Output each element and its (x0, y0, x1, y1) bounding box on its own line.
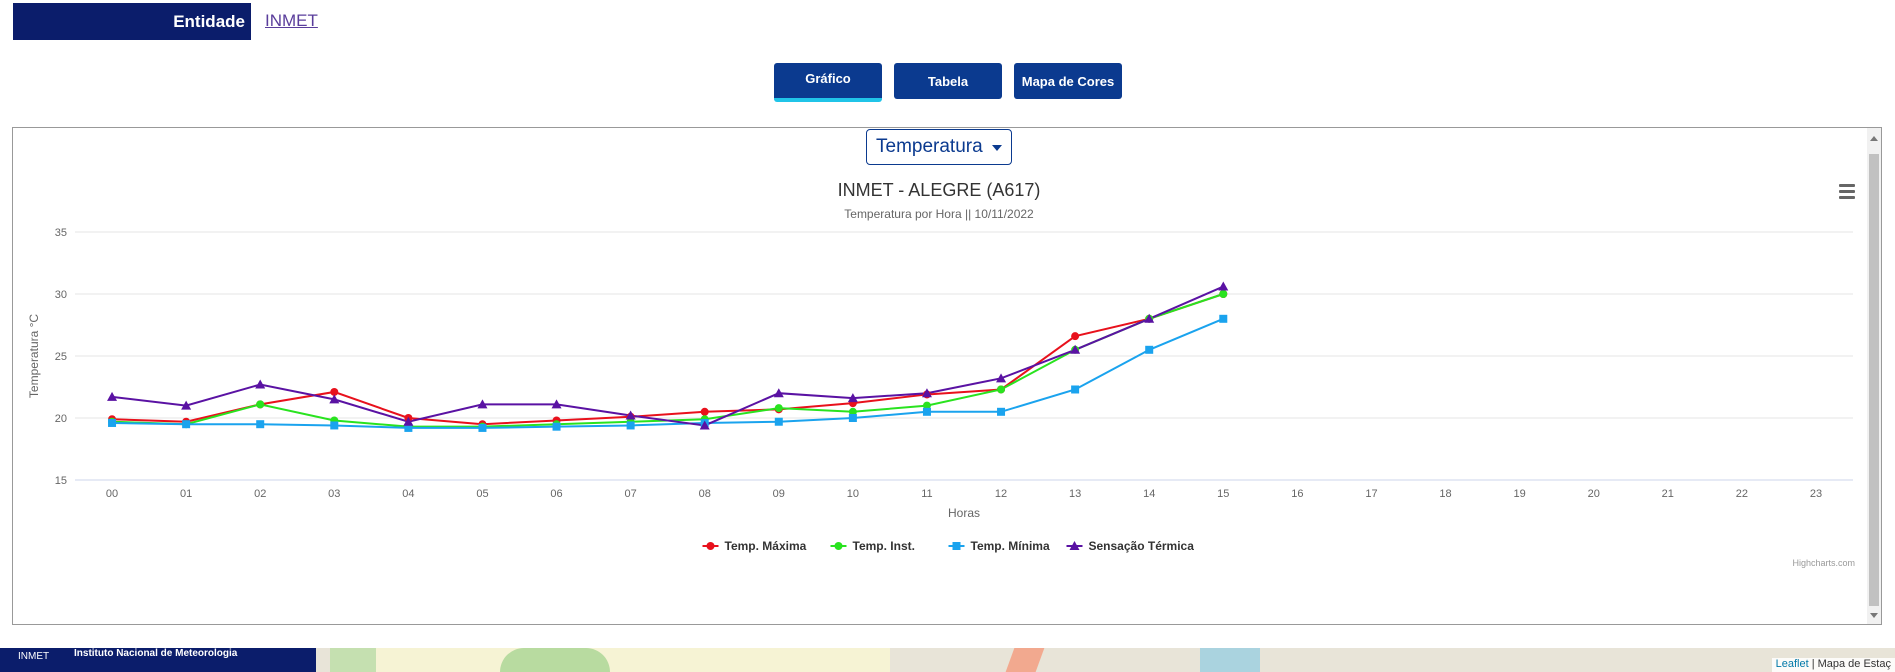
x-tick-label: 10 (847, 488, 859, 500)
data-point (626, 421, 635, 430)
map-attribution: Leaflet | Mapa de Estaç (1771, 658, 1895, 672)
y-tick-label: 15 (55, 475, 67, 487)
data-point (1218, 281, 1229, 291)
legend-item[interactable]: Temp. Máxima (725, 539, 807, 553)
chart-panel: Temperatura INMET - ALEGRE (A617) Temper… (12, 127, 1882, 625)
data-point (997, 407, 1006, 416)
x-tick-label: 11 (921, 488, 932, 500)
y-tick-label: 20 (55, 413, 67, 425)
data-point (256, 400, 265, 409)
data-point (1145, 345, 1154, 354)
data-point (774, 417, 783, 426)
map-area-park (330, 648, 376, 672)
x-tick-label: 12 (995, 488, 1007, 500)
legend-marker (706, 542, 715, 550)
chart-credits[interactable]: Highcharts.com (1792, 558, 1855, 568)
x-tick-label: 02 (254, 488, 266, 500)
view-tabs: Gráfico Tabela Mapa de Cores (774, 63, 1122, 102)
legend-item[interactable]: Temp. Mínima (971, 539, 1050, 553)
map-area-land (370, 648, 890, 672)
x-tick-label: 05 (476, 488, 488, 500)
y-axis-label: Temperatura °C (27, 314, 41, 398)
data-point (108, 418, 117, 427)
data-point (997, 385, 1006, 394)
scroll-thumb[interactable] (1869, 154, 1879, 606)
scroll-down-icon[interactable] (1870, 613, 1878, 618)
entity-label: Entidade (173, 11, 245, 31)
footer-brand: INMET Instituto Nacional de Meteorologia (0, 648, 316, 672)
x-tick-label: 22 (1736, 488, 1748, 500)
x-tick-label: 04 (402, 488, 414, 500)
map-area-park (500, 648, 610, 672)
x-tick-label: 20 (1588, 488, 1600, 500)
series-line (112, 293, 1224, 428)
leaflet-link[interactable]: Leaflet (1776, 658, 1809, 670)
x-tick-label: 19 (1514, 488, 1526, 500)
series-line (112, 317, 1224, 429)
data-point (478, 423, 487, 432)
data-point (1071, 385, 1080, 394)
legend-marker (952, 542, 961, 550)
data-point (774, 404, 783, 413)
y-tick-label: 35 (55, 227, 67, 239)
data-point (330, 421, 339, 430)
entity-link[interactable]: INMET (265, 11, 318, 31)
footer-brand-short: INMET (18, 651, 50, 662)
tab-tabela[interactable]: Tabela (894, 63, 1002, 99)
legend-item[interactable]: Temp. Inst. (853, 539, 915, 553)
x-tick-label: 09 (773, 488, 785, 500)
tab-mapa-de-cores[interactable]: Mapa de Cores (1014, 63, 1122, 99)
x-tick-label: 01 (180, 488, 192, 500)
entity-label-box: Entidade (13, 3, 251, 40)
data-point (700, 407, 709, 416)
x-tick-label: 14 (1143, 488, 1155, 500)
x-tick-label: 21 (1662, 488, 1674, 500)
x-tick-label: 23 (1810, 488, 1822, 500)
vertical-scrollbar[interactable] (1867, 128, 1881, 624)
data-point (848, 414, 857, 422)
temperature-chart: INMET - ALEGRE (A617) Temperatura por Ho… (27, 180, 1855, 568)
data-point (1219, 314, 1228, 323)
data-point (1219, 290, 1228, 298)
footer-brand-full: Instituto Nacional de Meteorologia (74, 648, 238, 659)
x-tick-label: 08 (699, 488, 711, 500)
data-point (1071, 332, 1080, 341)
tab-grafico[interactable]: Gráfico (774, 63, 882, 102)
x-tick-label: 16 (1291, 488, 1303, 500)
map-footer: INMET Instituto Nacional de Meteorologia… (0, 648, 1895, 672)
x-tick-label: 17 (1365, 488, 1377, 500)
data-point (922, 407, 931, 416)
data-point (256, 420, 265, 429)
legend-item[interactable]: Sensação Térmica (1089, 539, 1195, 553)
x-tick-label: 06 (550, 488, 562, 500)
x-tick-label: 00 (106, 488, 118, 500)
map-attribution-text: | Mapa de Estaç (1808, 658, 1891, 670)
x-tick-label: 07 (625, 488, 637, 500)
data-point (182, 420, 191, 429)
x-axis-label: Horas (948, 506, 980, 520)
data-point (255, 379, 266, 389)
chart-title: INMET - ALEGRE (A617) (838, 180, 1041, 200)
x-tick-label: 03 (328, 488, 340, 500)
y-tick-label: 25 (55, 351, 67, 363)
legend-marker (834, 542, 843, 550)
x-tick-label: 13 (1069, 488, 1081, 500)
y-tick-label: 30 (55, 289, 67, 301)
chart-subtitle: Temperatura por Hora || 10/11/2022 (844, 207, 1034, 221)
scroll-up-icon[interactable] (1870, 136, 1878, 141)
data-point (552, 422, 561, 431)
x-tick-label: 15 (1217, 488, 1229, 500)
map-road (1005, 648, 1045, 672)
x-tick-label: 18 (1439, 488, 1451, 500)
map-water (1200, 648, 1260, 672)
